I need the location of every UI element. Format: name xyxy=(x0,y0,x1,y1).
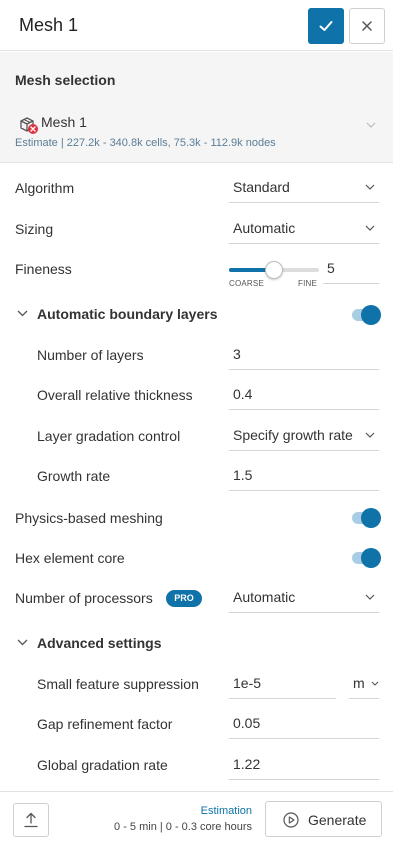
mesh-selection-section: Mesh selection Mesh 1 Estimate | 227.2k … xyxy=(0,52,393,162)
fineness-input[interactable]: 5 xyxy=(323,258,379,284)
num-layers-label: Number of layers xyxy=(37,347,144,363)
processors-select[interactable]: Automatic xyxy=(229,587,379,613)
algorithm-select[interactable]: Standard xyxy=(229,177,379,203)
chevron-down-icon[interactable] xyxy=(17,310,28,317)
algorithm-label: Algorithm xyxy=(15,180,75,196)
chevron-down-icon[interactable] xyxy=(17,639,28,646)
close-button[interactable] xyxy=(349,8,385,44)
panel-footer: Estimation 0 - 5 min | 0 - 0.3 core hour… xyxy=(0,791,393,847)
fineness-value: 5 xyxy=(327,260,335,276)
pro-badge: PRO xyxy=(166,590,202,607)
generate-label: Generate xyxy=(308,812,367,828)
gap-refinement-input[interactable]: 0.05 xyxy=(229,713,379,739)
gradation-select[interactable]: Specify growth rate xyxy=(229,425,379,451)
processors-label: Number of processors xyxy=(15,590,153,606)
export-button[interactable] xyxy=(13,803,49,837)
boundary-layers-heading: Automatic boundary layers xyxy=(37,306,218,322)
sizing-select[interactable]: Automatic xyxy=(229,218,379,244)
chevron-down-icon xyxy=(365,432,375,438)
fineness-min-label: COARSE xyxy=(229,279,264,288)
mesh-estimate-text: Estimate | 227.2k - 340.8k cells, 75.3k … xyxy=(15,137,276,149)
confirm-button[interactable] xyxy=(308,8,344,44)
toggle-knob xyxy=(361,305,381,325)
mesh-selection-heading: Mesh selection xyxy=(15,72,116,88)
gap-refinement-label: Gap refinement factor xyxy=(37,716,173,732)
growth-rate-value: 1.5 xyxy=(233,467,253,483)
boundary-layers-toggle[interactable] xyxy=(352,305,381,325)
thickness-value: 0.4 xyxy=(233,386,253,402)
panel-title: Mesh 1 xyxy=(19,15,79,35)
mesh-error-icon xyxy=(20,117,38,134)
upload-icon xyxy=(24,812,38,828)
physics-meshing-toggle[interactable] xyxy=(352,508,381,528)
thickness-input[interactable]: 0.4 xyxy=(229,384,379,410)
close-icon xyxy=(362,21,372,31)
growth-rate-input[interactable]: 1.5 xyxy=(229,465,379,491)
play-circle-icon xyxy=(283,812,299,828)
algorithm-value: Standard xyxy=(233,179,290,195)
thickness-label: Overall relative thickness xyxy=(37,387,193,403)
chevron-down-icon xyxy=(365,225,375,231)
small-feature-unit-select[interactable]: m xyxy=(349,673,379,699)
small-feature-label: Small feature suppression xyxy=(37,676,199,692)
chevron-down-icon xyxy=(371,681,379,686)
hex-core-toggle[interactable] xyxy=(352,548,381,568)
generate-button[interactable]: Generate xyxy=(265,801,382,837)
small-feature-input[interactable]: 1e-5 xyxy=(229,673,336,699)
gradation-label: Layer gradation control xyxy=(37,428,181,444)
global-gradation-value: 1.22 xyxy=(233,756,261,772)
check-icon xyxy=(319,21,333,31)
divider xyxy=(0,162,393,163)
num-layers-value: 3 xyxy=(233,346,241,362)
physics-meshing-label: Physics-based meshing xyxy=(15,510,163,526)
fineness-slider-handle[interactable] xyxy=(265,261,283,279)
fineness-label: Fineness xyxy=(15,261,72,277)
chevron-down-icon xyxy=(365,594,375,600)
small-feature-value: 1e-5 xyxy=(233,675,262,691)
global-gradation-label: Global gradation rate xyxy=(37,757,168,773)
sizing-value: Automatic xyxy=(233,220,296,236)
toggle-knob xyxy=(361,508,381,528)
fineness-max-label: FINE xyxy=(298,279,318,288)
processors-value: Automatic xyxy=(233,589,296,605)
global-gradation-input[interactable]: 1.22 xyxy=(229,754,379,780)
estimation-value: 0 - 5 min | 0 - 0.3 core hours xyxy=(114,821,252,833)
hex-core-label: Hex element core xyxy=(15,550,125,566)
mesh-selection-value[interactable]: Mesh 1 xyxy=(41,114,87,130)
num-layers-input[interactable]: 3 xyxy=(229,344,379,370)
gap-refinement-value: 0.05 xyxy=(233,715,261,731)
growth-rate-label: Growth rate xyxy=(37,468,111,484)
sizing-label: Sizing xyxy=(15,221,54,237)
gradation-value: Specify growth rate xyxy=(233,427,353,443)
small-feature-unit: m xyxy=(353,675,365,691)
estimation-title: Estimation xyxy=(200,805,252,817)
chevron-down-icon xyxy=(365,184,375,190)
chevron-down-icon[interactable] xyxy=(366,122,376,128)
advanced-settings-heading: Advanced settings xyxy=(37,635,162,651)
toggle-knob xyxy=(361,548,381,568)
panel-header: Mesh 1 xyxy=(0,0,393,51)
